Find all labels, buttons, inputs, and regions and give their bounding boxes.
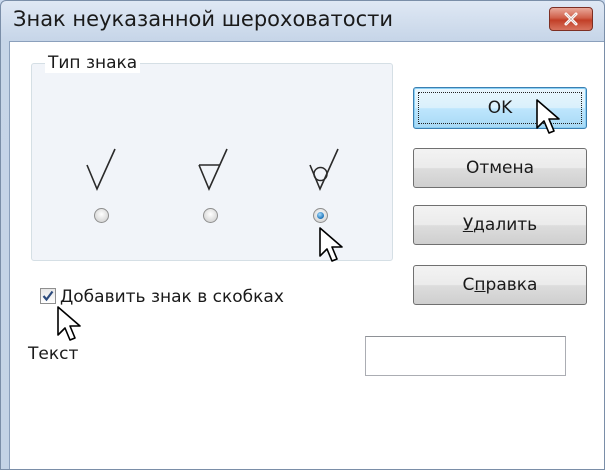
delete-access-key: У xyxy=(462,215,474,235)
sign-type-radio-removal[interactable] xyxy=(203,208,218,223)
help-access-key: п xyxy=(474,275,486,295)
radio-selected-dot xyxy=(317,212,324,219)
close-x-icon xyxy=(564,12,578,26)
delete-button[interactable]: Удалить xyxy=(413,205,587,245)
ok-button[interactable]: OK xyxy=(413,87,587,129)
sign-type-radio-basic[interactable] xyxy=(94,208,109,223)
sign-type-legend: Тип знака xyxy=(45,53,141,73)
delete-button-label: Удалить xyxy=(463,215,537,235)
add-brackets-checkbox[interactable] xyxy=(40,288,56,304)
checkmark-icon xyxy=(42,290,54,302)
add-brackets-label[interactable]: Добавить знак в скобках xyxy=(60,287,284,307)
delete-label-rest: далить xyxy=(473,215,538,235)
focus-ring xyxy=(418,92,582,124)
help-button[interactable]: Справка xyxy=(413,265,587,305)
roughness-basic-icon xyxy=(86,148,116,192)
help-label-rest: равка xyxy=(485,275,538,295)
text-input[interactable] xyxy=(365,336,566,376)
help-button-label: Справка xyxy=(463,275,538,295)
help-label-pre: С xyxy=(462,275,475,295)
window-title: Знак неуказанной шероховатости xyxy=(13,7,394,31)
roughness-removal-icon xyxy=(198,148,228,192)
close-button[interactable] xyxy=(549,7,593,31)
sign-type-radio-no-removal[interactable] xyxy=(313,208,328,223)
cancel-button-label: Отмена xyxy=(465,158,535,178)
dialog-window: Знак неуказанной шероховатости Тип знака… xyxy=(0,0,605,470)
cancel-button[interactable]: Отмена xyxy=(413,148,587,188)
roughness-no-removal-icon xyxy=(309,148,339,192)
text-field-label: Текст xyxy=(28,344,79,364)
title-bar[interactable]: Знак неуказанной шероховатости xyxy=(1,1,604,41)
